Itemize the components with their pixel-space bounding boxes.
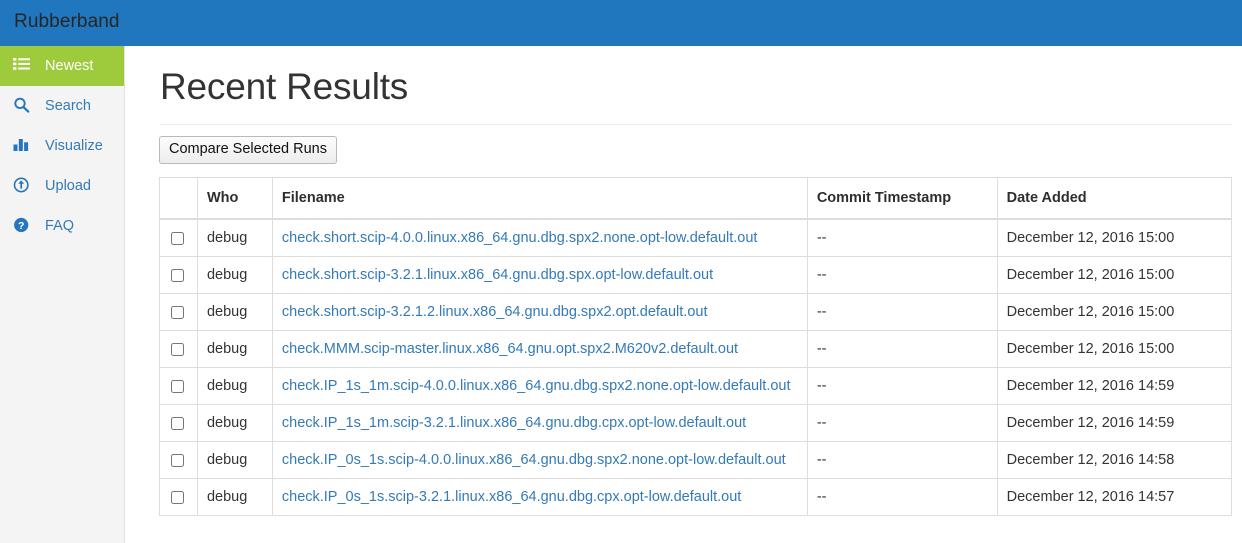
sidebar-item-label: Newest [45, 58, 94, 74]
cell-date-added: December 12, 2016 15:00 [996, 330, 1233, 368]
cell-commit-timestamp: -- [806, 478, 998, 516]
row-select-cell [159, 441, 198, 479]
row-select-cell [159, 256, 198, 294]
cell-who: debug [196, 367, 273, 405]
filename-link[interactable]: check.IP_0s_1s.scip-4.0.0.linux.x86_64.g… [282, 452, 786, 468]
row-select-checkbox[interactable] [171, 342, 184, 356]
cell-commit-timestamp: -- [806, 404, 998, 442]
svg-text:?: ? [18, 220, 24, 232]
main-content: Recent Results Compare Selected Runs Who… [126, 46, 1242, 543]
cell-filename: check.MMM.scip-master.linux.x86_64.gnu.o… [271, 330, 808, 368]
cell-filename: check.short.scip-3.2.1.2.linux.x86_64.gn… [271, 293, 808, 331]
table-row: debug check.short.scip-4.0.0.linux.x86_64… [159, 218, 1233, 257]
filename-link[interactable]: check.short.scip-3.2.1.linux.x86_64.gnu.… [282, 267, 713, 283]
row-select-checkbox[interactable] [171, 416, 184, 430]
cell-filename: check.IP_0s_1s.scip-3.2.1.linux.x86_64.g… [271, 478, 808, 516]
cell-commit-timestamp: -- [806, 293, 998, 331]
cell-filename: check.short.scip-3.2.1.linux.x86_64.gnu.… [271, 256, 808, 294]
row-select-cell [159, 478, 198, 516]
column-header-who: Who [196, 177, 273, 220]
page-title: Recent Results [160, 66, 409, 107]
table-row: debug check.IP_0s_1s.scip-3.2.1.linux.x86… [159, 478, 1233, 516]
row-select-cell [159, 404, 198, 442]
filename-link[interactable]: check.IP_1s_1m.scip-4.0.0.linux.x86_64.g… [282, 378, 791, 394]
filename-link[interactable]: check.IP_0s_1s.scip-3.2.1.linux.x86_64.g… [282, 489, 741, 505]
title-divider [160, 124, 1232, 125]
cell-who: debug [196, 478, 273, 516]
sidebar-item-faq[interactable]: ? FAQ [0, 206, 124, 246]
filename-link[interactable]: check.IP_1s_1m.scip-3.2.1.linux.x86_64.g… [282, 415, 746, 431]
cell-date-added: December 12, 2016 14:58 [996, 441, 1233, 479]
cell-filename: check.IP_1s_1m.scip-3.2.1.linux.x86_64.g… [271, 404, 808, 442]
cell-filename: check.IP_0s_1s.scip-4.0.0.linux.x86_64.g… [271, 441, 808, 479]
row-select-checkbox[interactable] [171, 490, 184, 504]
sidebar-item-label: Visualize [45, 138, 103, 154]
column-header-select [159, 177, 198, 220]
cell-who: debug [196, 330, 273, 368]
list-icon [13, 57, 30, 73]
filename-link[interactable]: check.short.scip-3.2.1.2.linux.x86_64.gn… [282, 304, 708, 320]
table-row: debug check.IP_1s_1m.scip-3.2.1.linux.x86… [159, 404, 1233, 442]
table-body: debug check.short.scip-4.0.0.linux.x86_64… [159, 218, 1233, 516]
row-select-cell [159, 367, 198, 405]
sidebar-item-label: Upload [45, 178, 91, 194]
cell-who: debug [196, 404, 273, 442]
row-select-checkbox[interactable] [171, 379, 184, 393]
cell-commit-timestamp: -- [806, 218, 998, 257]
cell-who: debug [196, 218, 273, 257]
table-head: Who Filename Commit Timestamp Date Added [159, 177, 1233, 220]
row-select-cell [159, 330, 198, 368]
table-row: debug check.MMM.scip-master.linux.x86_64.… [159, 330, 1233, 368]
upload-circle-icon [13, 177, 30, 193]
sidebar-item-search[interactable]: Search [0, 86, 124, 126]
table-row: debug check.short.scip-3.2.1.2.linux.x86_… [159, 293, 1233, 331]
cell-filename: check.IP_1s_1m.scip-4.0.0.linux.x86_64.g… [271, 367, 808, 405]
cell-date-added: December 12, 2016 14:57 [996, 478, 1233, 516]
row-select-checkbox[interactable] [171, 231, 184, 245]
brand-logo[interactable]: Rubberband [14, 11, 120, 33]
cell-commit-timestamp: -- [806, 441, 998, 479]
cell-commit-timestamp: -- [806, 367, 998, 405]
cell-who: debug [196, 441, 273, 479]
filename-link[interactable]: check.short.scip-4.0.0.linux.x86_64.gnu.… [282, 230, 758, 246]
question-circle-icon: ? [13, 217, 30, 233]
filename-link[interactable]: check.MMM.scip-master.linux.x86_64.gnu.o… [282, 341, 738, 357]
cell-date-added: December 12, 2016 15:00 [996, 256, 1233, 294]
results-table: Who Filename Commit Timestamp Date Added… [159, 177, 1233, 516]
row-select-checkbox[interactable] [171, 305, 184, 319]
top-navbar: Rubberband [0, 0, 1242, 46]
sidebar-item-label: FAQ [45, 218, 75, 234]
column-header-filename: Filename [271, 177, 808, 220]
table-row: debug check.short.scip-3.2.1.linux.x86_64… [159, 256, 1233, 294]
cell-who: debug [196, 293, 273, 331]
sidebar-item-label: Search [45, 98, 91, 114]
cell-date-added: December 12, 2016 14:59 [996, 367, 1233, 405]
table-row: debug check.IP_0s_1s.scip-4.0.0.linux.x86… [159, 441, 1233, 479]
cell-commit-timestamp: -- [806, 330, 998, 368]
column-header-date-added: Date Added [996, 177, 1233, 220]
table-header-row: Who Filename Commit Timestamp Date Added [159, 177, 1233, 220]
cell-date-added: December 12, 2016 14:59 [996, 404, 1233, 442]
sidebar-item-newest[interactable]: Newest [0, 46, 124, 86]
cell-who: debug [196, 256, 273, 294]
sidebar-item-upload[interactable]: Upload [0, 166, 124, 206]
cell-date-added: December 12, 2016 15:00 [996, 293, 1233, 331]
compare-selected-runs-button[interactable]: Compare Selected Runs [159, 136, 337, 164]
row-select-cell [159, 293, 198, 331]
search-icon [13, 97, 30, 113]
sidebar-item-visualize[interactable]: Visualize [0, 126, 124, 166]
table-row: debug check.IP_1s_1m.scip-4.0.0.linux.x86… [159, 367, 1233, 405]
row-select-cell [159, 218, 198, 257]
row-select-checkbox[interactable] [171, 268, 184, 282]
cell-date-added: December 12, 2016 15:00 [996, 218, 1233, 257]
bar-chart-icon [13, 137, 30, 153]
row-select-checkbox[interactable] [171, 453, 184, 467]
cell-commit-timestamp: -- [806, 256, 998, 294]
sidebar-nav: Newest Search Visualize Upload ? FAQ [0, 46, 125, 543]
cell-filename: check.short.scip-4.0.0.linux.x86_64.gnu.… [271, 218, 808, 257]
column-header-commit-timestamp: Commit Timestamp [806, 177, 998, 220]
